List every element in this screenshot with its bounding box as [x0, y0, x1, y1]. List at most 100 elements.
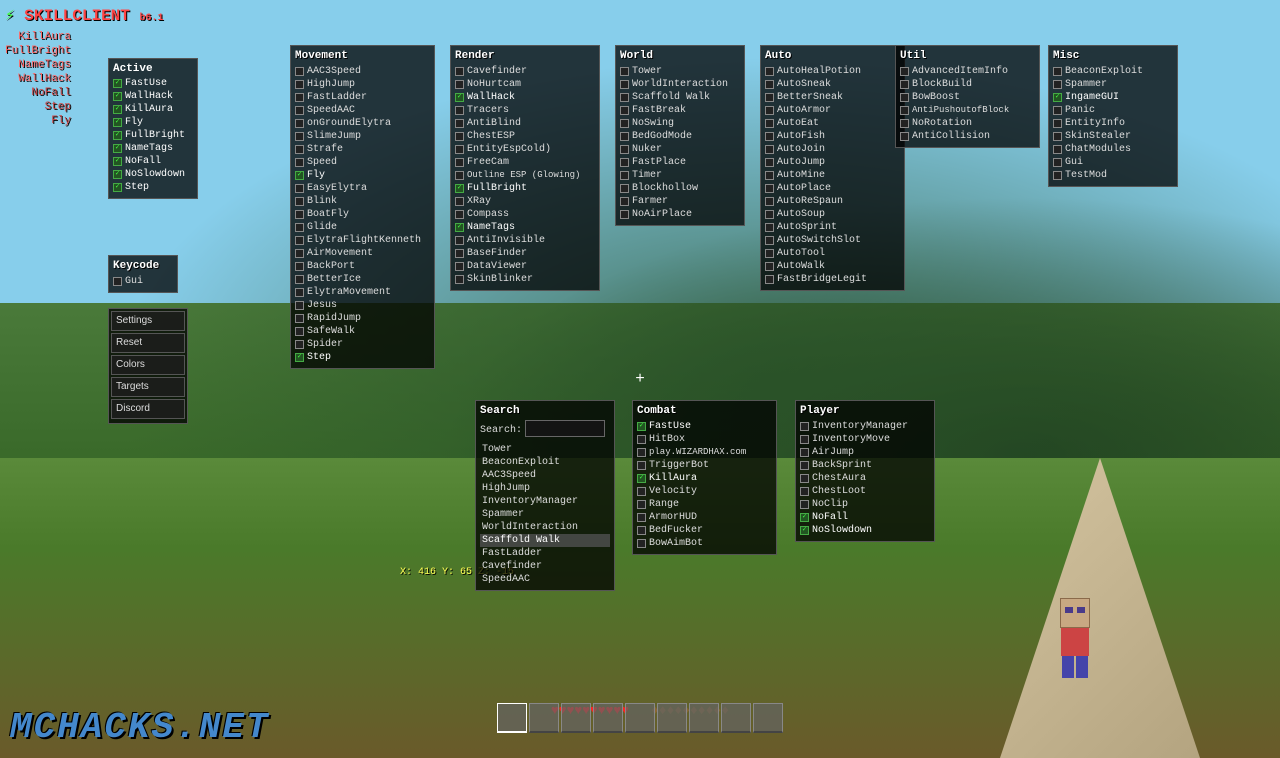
- pl-backsprint[interactable]: BackSprint: [800, 459, 930, 472]
- mv-fastladder[interactable]: FastLadder: [295, 91, 430, 104]
- ut-anticollision[interactable]: AntiCollision: [900, 130, 1035, 143]
- mv-speedaac[interactable]: SpeedAAC: [295, 104, 430, 117]
- mv-easyelytra[interactable]: EasyElytra: [295, 182, 430, 195]
- wd-farmer[interactable]: Farmer: [620, 195, 740, 208]
- ut-norotation[interactable]: NoRotation: [900, 117, 1035, 130]
- at-autotool[interactable]: AutoTool: [765, 247, 900, 260]
- search-result-scaffoldwalk[interactable]: Scaffold Walk: [480, 534, 610, 547]
- killaura-checkbox[interactable]: [113, 105, 122, 114]
- mv-aac3speed[interactable]: AAC3Speed: [295, 65, 430, 78]
- cb-armorhud[interactable]: ArmorHUD: [637, 511, 772, 524]
- cb-wizardhax[interactable]: play.WIZARDHAX.com: [637, 446, 772, 459]
- search-result-beaconexploit[interactable]: BeaconExploit: [480, 456, 610, 469]
- mv-blink[interactable]: Blink: [295, 195, 430, 208]
- pl-noslowdown[interactable]: NoSlowdown: [800, 524, 930, 537]
- wd-noairplace[interactable]: NoAirPlace: [620, 208, 740, 221]
- wd-timer[interactable]: Timer: [620, 169, 740, 182]
- search-result-tower[interactable]: Tower: [480, 443, 610, 456]
- wd-bedgodmode[interactable]: BedGodMode: [620, 130, 740, 143]
- colors-button[interactable]: Colors: [111, 355, 185, 375]
- mv-jesus[interactable]: Jesus: [295, 299, 430, 312]
- keycode-gui-checkbox[interactable]: [113, 277, 122, 286]
- mv-step[interactable]: Step: [295, 351, 430, 364]
- at-autoplace[interactable]: AutoPlace: [765, 182, 900, 195]
- search-result-cavefinder[interactable]: Cavefinder: [480, 560, 610, 573]
- mv-boatfly[interactable]: BoatFly: [295, 208, 430, 221]
- search-result-aac3speed[interactable]: AAC3Speed: [480, 469, 610, 482]
- cb-range[interactable]: Range: [637, 498, 772, 511]
- at-autoarmor[interactable]: AutoArmor: [765, 104, 900, 117]
- discord-button[interactable]: Discord: [111, 399, 185, 419]
- ms-spammer[interactable]: Spammer: [1053, 78, 1173, 91]
- hotbar-slot-7[interactable]: [689, 703, 719, 733]
- rn-nametags[interactable]: NameTags: [455, 221, 595, 234]
- hotbar-slot-4[interactable]: [593, 703, 623, 733]
- wd-noswing[interactable]: NoSwing: [620, 117, 740, 130]
- wd-worldinteraction[interactable]: WorldInteraction: [620, 78, 740, 91]
- wd-scaffoldwalk[interactable]: Scaffold Walk: [620, 91, 740, 104]
- rn-fullbright[interactable]: FullBright: [455, 182, 595, 195]
- ms-chatmodules[interactable]: ChatModules: [1053, 143, 1173, 156]
- rn-nohurtcam[interactable]: NoHurtcam: [455, 78, 595, 91]
- active-item-nametags[interactable]: NameTags: [113, 142, 193, 155]
- fullbright-checkbox[interactable]: [113, 131, 122, 140]
- at-autohealpotion[interactable]: AutoHealPotion: [765, 65, 900, 78]
- rn-freecam[interactable]: FreeCam: [455, 156, 595, 169]
- mv-spider[interactable]: Spider: [295, 338, 430, 351]
- hotbar-slot-1[interactable]: [497, 703, 527, 733]
- hotbar-slot-6[interactable]: [657, 703, 687, 733]
- ms-skinstealer[interactable]: SkinStealer: [1053, 130, 1173, 143]
- rn-outlineesp[interactable]: Outline ESP (Glowing): [455, 169, 595, 182]
- mv-glide[interactable]: Glide: [295, 221, 430, 234]
- step-checkbox[interactable]: [113, 183, 122, 192]
- search-input[interactable]: [525, 420, 605, 437]
- wd-nuker[interactable]: Nuker: [620, 143, 740, 156]
- mv-safewalk[interactable]: SafeWalk: [295, 325, 430, 338]
- rn-wallhack[interactable]: WallHack: [455, 91, 595, 104]
- at-autorespaun[interactable]: AutoReSpaun: [765, 195, 900, 208]
- ut-blockbuild[interactable]: BlockBuild: [900, 78, 1035, 91]
- at-autoeat[interactable]: AutoEat: [765, 117, 900, 130]
- at-autojump[interactable]: AutoJump: [765, 156, 900, 169]
- mv-speed[interactable]: Speed: [295, 156, 430, 169]
- at-bettersneak[interactable]: BetterSneak: [765, 91, 900, 104]
- active-item-noslowdown[interactable]: NoSlowdown: [113, 168, 193, 181]
- at-autofish[interactable]: AutoFish: [765, 130, 900, 143]
- rn-tracers[interactable]: Tracers: [455, 104, 595, 117]
- ms-gui[interactable]: Gui: [1053, 156, 1173, 169]
- cb-hitbox[interactable]: HitBox: [637, 433, 772, 446]
- hotbar-slot-5[interactable]: [625, 703, 655, 733]
- mv-slimejump[interactable]: SlimeJump: [295, 130, 430, 143]
- nofall-checkbox[interactable]: [113, 157, 122, 166]
- mv-rapidjump[interactable]: RapidJump: [295, 312, 430, 325]
- at-autosneak[interactable]: AutoSneak: [765, 78, 900, 91]
- pl-airjump[interactable]: AirJump: [800, 446, 930, 459]
- ms-testmod[interactable]: TestMod: [1053, 169, 1173, 182]
- ut-bowboost[interactable]: BowBoost: [900, 91, 1035, 104]
- ms-panic[interactable]: Panic: [1053, 104, 1173, 117]
- rn-skinblinker[interactable]: SkinBlinker: [455, 273, 595, 286]
- at-autowalk[interactable]: AutoWalk: [765, 260, 900, 273]
- cb-velocity[interactable]: Velocity: [637, 485, 772, 498]
- mv-airmovement[interactable]: AirMovement: [295, 247, 430, 260]
- search-result-spammer[interactable]: Spammer: [480, 508, 610, 521]
- mv-elytramovement[interactable]: ElytraMovement: [295, 286, 430, 299]
- hotbar-slot-9[interactable]: [753, 703, 783, 733]
- pl-chestloot[interactable]: ChestLoot: [800, 485, 930, 498]
- pl-chestaura[interactable]: ChestAura: [800, 472, 930, 485]
- mv-fly[interactable]: Fly: [295, 169, 430, 182]
- active-item-step[interactable]: Step: [113, 181, 193, 194]
- wd-fastbreak[interactable]: FastBreak: [620, 104, 740, 117]
- rn-chestesp[interactable]: ChestESP: [455, 130, 595, 143]
- active-item-fly[interactable]: Fly: [113, 116, 193, 129]
- rn-xray[interactable]: XRay: [455, 195, 595, 208]
- mv-highjump[interactable]: HighJump: [295, 78, 430, 91]
- rn-entityespcold[interactable]: EntityEspCold): [455, 143, 595, 156]
- rn-cavefinder[interactable]: Cavefinder: [455, 65, 595, 78]
- cb-bedfucker[interactable]: BedFucker: [637, 524, 772, 537]
- hotbar-slot-3[interactable]: [561, 703, 591, 733]
- mv-elytraflightkenneth[interactable]: ElytraFlightKenneth: [295, 234, 430, 247]
- wd-tower[interactable]: Tower: [620, 65, 740, 78]
- cb-bowaimbot[interactable]: BowAimBot: [637, 537, 772, 550]
- pl-inventorymanager[interactable]: InventoryManager: [800, 420, 930, 433]
